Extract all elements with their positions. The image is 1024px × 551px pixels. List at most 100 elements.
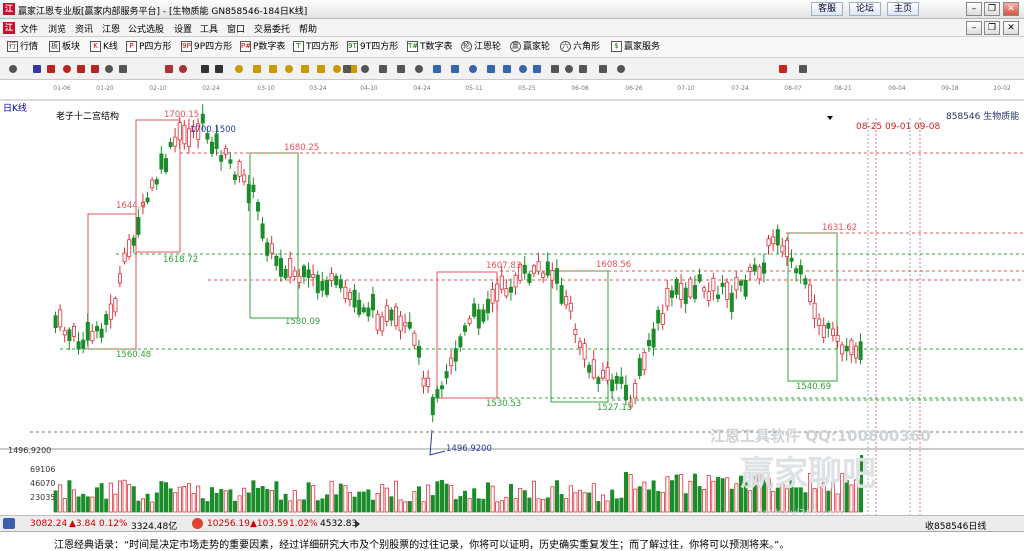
candle-body [637,358,642,376]
p-table-icon: P# [240,41,252,52]
mdi-close-button[interactable]: ✕ [1003,21,1019,35]
color-icon[interactable] [776,62,790,76]
diamond-icon[interactable] [232,62,246,76]
volume-bar [439,479,444,513]
candle-body [95,326,100,332]
candle-body [127,239,132,258]
back-icon[interactable] [198,62,212,76]
tool-t-square[interactable]: T T四方形 [293,40,339,55]
bar-chart-icon[interactable] [74,62,88,76]
pattern-icon[interactable] [30,62,44,76]
setup-icon[interactable] [516,62,530,76]
candle-body [743,280,748,297]
tool-kline[interactable]: K K线 [90,40,118,55]
service-button[interactable]: 客服 [811,2,843,16]
menu-tools[interactable]: 工具 [200,22,218,35]
menu-browse[interactable]: 浏览 [48,22,66,35]
tool-winner-service[interactable]: $ 赢家服务 [611,40,660,55]
candle-body [568,302,573,312]
kline-chart[interactable]: 01-06 01-20 02-10 02-24 03-10 03-24 04-10 04-24… [0,80,1024,519]
candle-body [232,174,237,181]
volume-bar [596,501,601,513]
stats-icon[interactable] [796,62,810,76]
diamond-5-icon[interactable] [298,62,312,76]
prev-icon[interactable] [176,62,190,76]
percent-icon[interactable] [562,62,576,76]
list-icon[interactable] [548,62,562,76]
dropdown-arrow-icon[interactable] [827,116,833,120]
volume-bar [591,483,596,513]
diamond-4-icon[interactable] [282,62,296,76]
calendar-icon[interactable] [466,62,480,76]
forward-icon[interactable] [212,62,226,76]
lock-icon[interactable] [530,62,544,76]
volume-bar [416,486,421,513]
candle-body [564,296,569,306]
scroll-arrow-icon[interactable] [355,520,360,528]
zoom-in-icon[interactable] [44,62,58,76]
note-icon[interactable] [576,62,590,76]
down-icon[interactable] [614,62,628,76]
tool-p-table[interactable]: P# P数字表 [240,40,285,55]
plus-icon[interactable] [376,62,390,76]
tool-gann-wheel[interactable]: 轮江恩轮 [461,40,501,55]
volume-bar [292,490,297,513]
menu-gann[interactable]: 江恩 [102,22,120,35]
save-icon[interactable] [484,62,498,76]
mdi-restore-button[interactable]: ❐ [984,21,1000,35]
volume-bar [324,494,329,513]
close-button[interactable]: ✕ [1003,2,1019,16]
first-icon[interactable] [162,62,176,76]
tool-t-table[interactable]: T# T数字表 [407,40,453,55]
volume-bar [150,501,155,513]
grid-icon[interactable] [394,62,408,76]
paste-icon[interactable] [448,62,462,76]
price-label: 1631.62 [822,223,857,233]
menu-window[interactable]: 窗口 [227,22,245,35]
print-icon[interactable] [500,62,514,76]
diamond-2-icon[interactable] [250,62,264,76]
forum-button[interactable]: 论坛 [849,2,881,16]
diamond-3-icon[interactable] [266,62,280,76]
volume-bar [513,498,518,513]
restore-button[interactable]: ❐ [984,2,1000,16]
up-icon[interactable] [596,62,610,76]
diamond-6-icon[interactable] [314,62,328,76]
tool-quotes[interactable]: 行行情 [7,40,38,55]
chart-type-icon[interactable] [6,62,20,76]
home-button[interactable]: 主页 [887,2,919,16]
volume-bar [734,483,739,513]
volume-bar [568,485,573,513]
zoom-out-icon[interactable] [60,62,74,76]
cross-icon[interactable] [358,62,372,76]
tool-9t-square[interactable]: 9T 9T四方形 [347,40,398,55]
tool-9p-square[interactable]: 9P 9P四方形 [181,40,232,55]
volume-bar [412,491,417,513]
sz-index-amount: 4532.83 [320,519,358,529]
candle-body [177,122,182,141]
menu-news[interactable]: 资讯 [75,22,93,35]
menu-file[interactable]: 文件 [20,22,38,35]
date-tick-label: 07-24 [731,85,749,92]
arrow-icon[interactable] [116,62,130,76]
copy-icon[interactable] [430,62,444,76]
tool-hexagon[interactable]: 六六角形 [560,40,600,55]
candle-body [338,279,343,289]
hand-icon[interactable] [340,62,354,76]
candle-body [108,303,113,320]
mdi-minimize-button[interactable]: – [966,21,982,35]
candle-body [697,274,702,282]
tool-winner-wheel[interactable]: 赢赢家轮 [510,40,550,55]
text-icon[interactable] [412,62,426,76]
line-icon[interactable] [102,62,116,76]
tool-p-square[interactable]: P P四方形 [126,40,171,55]
menu-settings[interactable]: 设置 [174,22,192,35]
menu-help[interactable]: 帮助 [299,22,317,35]
minimize-button[interactable]: – [966,2,982,16]
tool-sector[interactable]: 板板块 [49,40,80,55]
menu-formula[interactable]: 公式选股 [128,22,164,35]
menu-trade[interactable]: 交易委托 [254,22,290,35]
tool-9p-square-label: 9P四方形 [194,42,233,52]
volume-bar [674,474,679,513]
candle-icon[interactable] [88,62,102,76]
